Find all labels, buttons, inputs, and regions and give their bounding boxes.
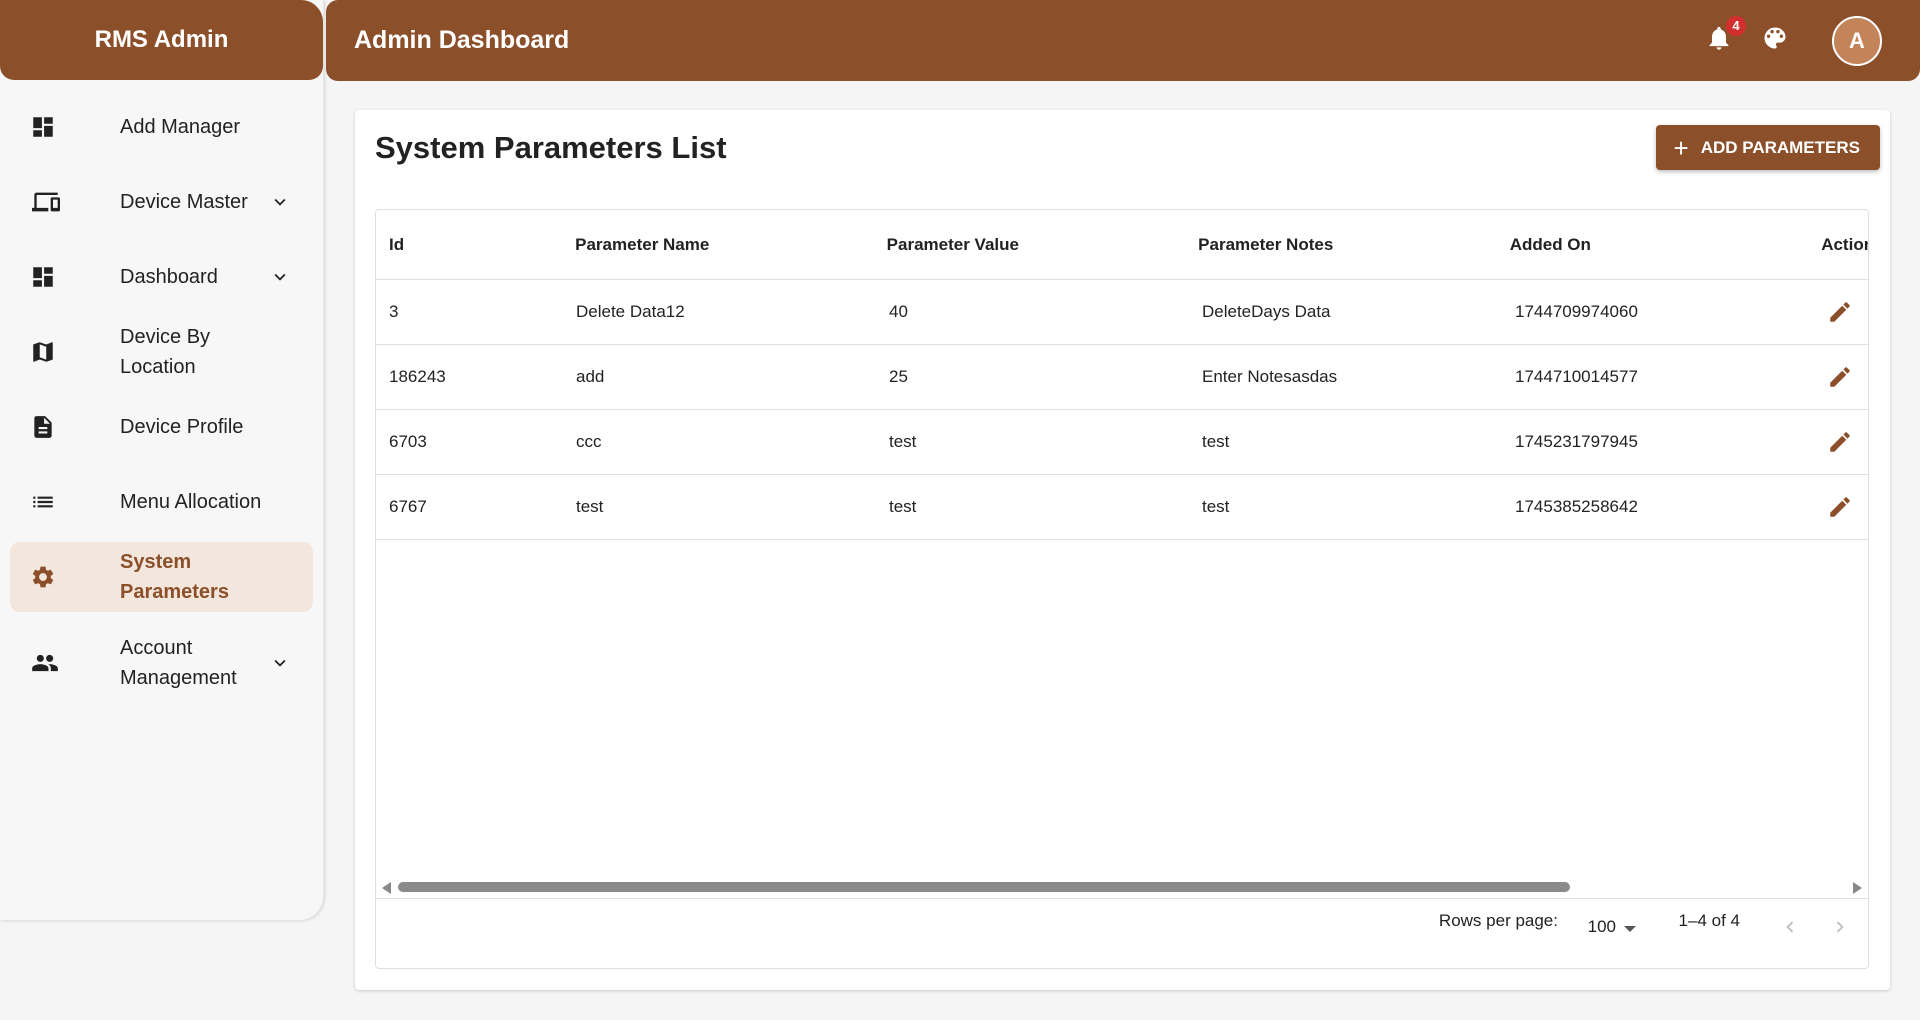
cell-parameter-notes: DeleteDays Data <box>1202 302 1331 321</box>
cell-id: 6703 <box>389 432 427 451</box>
dashboard-icon <box>30 114 78 140</box>
edit-icon[interactable] <box>1825 297 1855 327</box>
sidebar-item-label: Device By Location <box>120 326 211 378</box>
pagination-range: 1–4 of 4 <box>1678 911 1740 930</box>
sidebar-item-label: Account Management <box>120 637 237 689</box>
next-page-button[interactable] <box>1828 917 1852 941</box>
brand-title: RMS Admin <box>94 26 229 53</box>
column-header-parameter-notes[interactable]: Parameter Notes <box>1185 235 1497 255</box>
page-title: Admin Dashboard <box>354 26 570 54</box>
chevron-down-icon <box>269 266 291 293</box>
chevron-down-icon <box>269 652 291 679</box>
add-parameters-label: ADD PARAMETERS <box>1700 137 1860 157</box>
sidebar-item-add-manager[interactable]: Add Manager <box>10 92 313 162</box>
cell-added-on: 1744709974060 <box>1515 302 1638 321</box>
scroll-right-icon[interactable] <box>1853 882 1862 894</box>
map-icon <box>30 339 78 365</box>
cell-parameter-notes: test <box>1202 432 1230 451</box>
avatar[interactable]: A <box>1832 15 1882 66</box>
edit-icon[interactable] <box>1825 492 1855 522</box>
chevron-left-icon <box>1779 916 1801 943</box>
notifications-button[interactable]: 4 <box>1704 15 1746 56</box>
parameters-table: Id Parameter Name Parameter Value Parame… <box>375 209 1869 969</box>
table-row[interactable]: 6703 ccc test test 1745231797945 <box>376 410 1868 475</box>
sidebar-item-label: System Parameters <box>120 551 229 603</box>
rows-per-page-select[interactable]: 100 <box>1588 917 1636 937</box>
rows-per-page-label: Rows per page: <box>1438 911 1558 930</box>
notification-badge: 4 <box>1726 15 1746 36</box>
devices-icon <box>30 188 78 216</box>
cell-parameter-name: Delete Data12 <box>576 302 685 321</box>
previous-page-button[interactable] <box>1778 917 1802 941</box>
cell-id: 186243 <box>389 367 446 386</box>
sidebar-item-device-profile[interactable]: Device Profile <box>10 392 313 462</box>
table-pagination: Rows per page: 100 1–4 of 4 <box>376 898 1868 968</box>
people-icon <box>30 649 78 677</box>
cell-parameter-name: ccc <box>576 432 602 451</box>
table-row[interactable]: 186243 add 25 Enter Notesasdas 174471001… <box>376 345 1868 410</box>
sidebar-item-label: Dashboard <box>120 266 218 288</box>
section-title: System Parameters List <box>375 130 727 165</box>
cell-parameter-name: test <box>576 497 604 516</box>
sidebar-nav: Add Manager Device Master Dashboard Devi… <box>0 80 323 709</box>
sidebar-item-device-master[interactable]: Device Master <box>10 167 313 237</box>
column-header-id[interactable]: Id <box>376 235 562 255</box>
cell-parameter-notes: Enter Notesasdas <box>1202 367 1338 386</box>
plus-icon: + <box>1673 132 1689 163</box>
theme-button[interactable] <box>1760 26 1790 56</box>
gear-icon <box>30 564 78 590</box>
edit-icon[interactable] <box>1825 427 1855 457</box>
edit-icon[interactable] <box>1825 362 1855 392</box>
caret-down-icon <box>1624 925 1636 932</box>
cell-parameter-value: test <box>889 497 917 516</box>
sidebar: RMS Admin Add Manager Device Master Dash… <box>0 0 324 920</box>
column-header-added-on[interactable]: Added On <box>1497 235 1809 255</box>
topbar-actions: 4 A <box>1704 0 1882 81</box>
sidebar-item-account-management[interactable]: Account Management <box>10 617 313 709</box>
cell-added-on: 1744710014577 <box>1515 367 1638 386</box>
chevron-down-icon <box>269 191 291 218</box>
scroll-left-icon[interactable] <box>382 882 391 894</box>
brand-header: RMS Admin <box>0 0 323 80</box>
document-icon <box>30 414 78 440</box>
parameters-card: System Parameters List + ADD PARAMETERS … <box>355 110 1890 990</box>
sidebar-item-label: Menu Allocation <box>120 491 262 513</box>
table-header: Id Parameter Name Parameter Value Parame… <box>376 210 1868 280</box>
list-icon <box>30 489 78 515</box>
cell-added-on: 1745231797945 <box>1515 432 1638 451</box>
column-header-parameter-name[interactable]: Parameter Name <box>562 235 874 255</box>
sidebar-item-system-parameters[interactable]: System Parameters <box>10 542 313 612</box>
cell-parameter-notes: test <box>1202 497 1230 516</box>
scrollbar-thumb[interactable] <box>398 882 1570 892</box>
cell-added-on: 1745385258642 <box>1515 497 1638 516</box>
cell-parameter-value: 25 <box>889 367 908 386</box>
palette-icon <box>1761 24 1789 57</box>
cell-parameter-value: 40 <box>889 302 908 321</box>
column-header-actions[interactable]: Actions <box>1808 235 1868 255</box>
dashboard-icon <box>30 264 78 290</box>
sidebar-item-label: Device Profile <box>120 416 244 438</box>
column-header-parameter-value[interactable]: Parameter Value <box>874 235 1186 255</box>
sidebar-item-label: Device Master <box>120 191 248 213</box>
horizontal-scrollbar[interactable] <box>376 878 1868 896</box>
rows-per-page-value: 100 <box>1587 917 1616 936</box>
sidebar-item-device-by-location[interactable]: Device By Location <box>10 317 313 387</box>
cell-parameter-name: add <box>576 367 605 386</box>
table-row[interactable]: 3 Delete Data12 40 DeleteDays Data 17447… <box>376 280 1868 345</box>
sidebar-item-menu-allocation[interactable]: Menu Allocation <box>10 467 313 537</box>
table-row[interactable]: 6767 test test test 1745385258642 <box>376 475 1868 540</box>
cell-id: 3 <box>389 302 399 321</box>
cell-id: 6767 <box>389 497 427 516</box>
topbar: Admin Dashboard 4 A <box>326 0 1920 81</box>
cell-parameter-value: test <box>889 432 917 451</box>
add-parameters-button[interactable]: + ADD PARAMETERS <box>1655 125 1880 170</box>
sidebar-item-dashboard[interactable]: Dashboard <box>10 242 313 312</box>
chevron-right-icon <box>1829 916 1851 943</box>
sidebar-item-label: Add Manager <box>120 116 241 138</box>
